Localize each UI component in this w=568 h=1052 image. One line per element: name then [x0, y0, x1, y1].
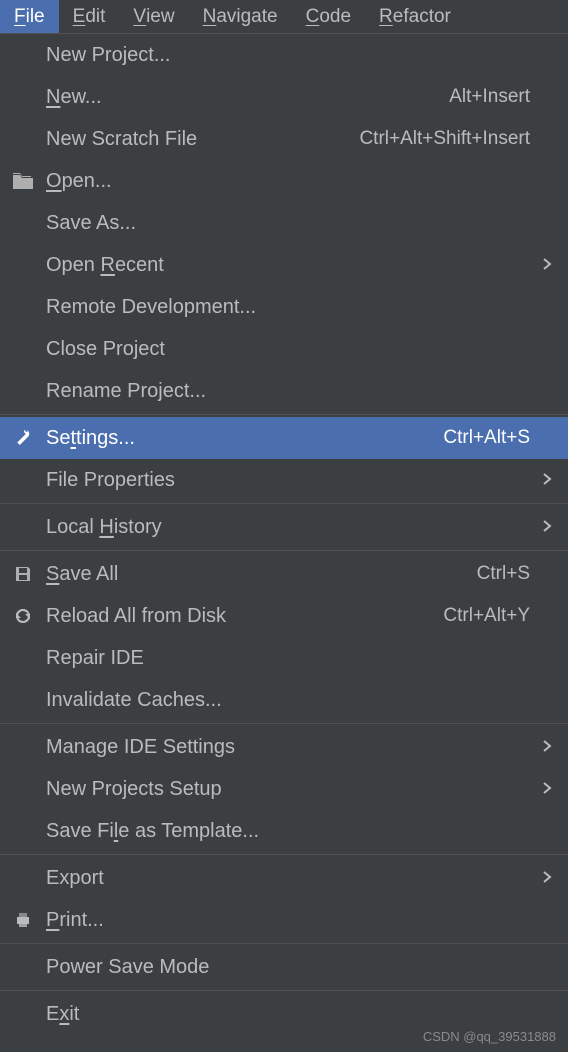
menu-separator: [0, 943, 568, 944]
menu-item-save-as[interactable]: Save As...: [0, 202, 568, 244]
menu-item-label: Print...: [46, 909, 530, 932]
menu-item-shortcut: Alt+Insert: [449, 86, 530, 108]
menu-item-label: Invalidate Caches...: [46, 689, 530, 712]
menu-item-label: Exit: [46, 1003, 530, 1026]
menu-item-print[interactable]: Print...: [0, 899, 568, 941]
menu-item-open-recent[interactable]: Open Recent: [0, 244, 568, 286]
menu-item-label: Repair IDE: [46, 647, 530, 670]
menu-item-new-projects-setup[interactable]: New Projects Setup: [0, 768, 568, 810]
menu-item-label: Save All: [46, 563, 477, 586]
menu-item-shortcut: Ctrl+S: [477, 563, 530, 585]
menu-item-repair-ide[interactable]: Repair IDE: [0, 637, 568, 679]
chevron-right-icon: [530, 469, 552, 492]
menu-separator: [0, 550, 568, 551]
menu-item-label: Open Recent: [46, 254, 530, 277]
menu-item-label: Reload All from Disk: [46, 605, 443, 628]
chevron-right-icon: [530, 778, 552, 801]
menu-item-shortcut: Ctrl+Alt+S: [443, 427, 530, 449]
chevron-right-icon: [530, 516, 552, 539]
menu-item-label: Open...: [46, 170, 530, 193]
menu-item-save-file-as-template[interactable]: Save File as Template...: [0, 810, 568, 852]
menu-separator: [0, 503, 568, 504]
menu-separator: [0, 854, 568, 855]
file-menu-dropdown: New Project...New...Alt+InsertNew Scratc…: [0, 34, 568, 1035]
folder-icon: [0, 173, 46, 189]
menu-item-invalidate-caches[interactable]: Invalidate Caches...: [0, 679, 568, 721]
menu-item-label: Remote Development...: [46, 296, 530, 319]
menu-item-power-save-mode[interactable]: Power Save Mode: [0, 946, 568, 988]
menu-item-open[interactable]: Open...: [0, 160, 568, 202]
reload-icon: [0, 606, 46, 626]
menubar-item-file[interactable]: File: [0, 0, 59, 33]
menu-separator: [0, 723, 568, 724]
menu-item-file-properties[interactable]: File Properties: [0, 459, 568, 501]
menu-item-save-all[interactable]: Save AllCtrl+S: [0, 553, 568, 595]
menu-item-export[interactable]: Export: [0, 857, 568, 899]
watermark: CSDN @qq_39531888: [423, 1029, 556, 1044]
menu-item-label: New Project...: [46, 44, 530, 67]
menu-item-shortcut: Ctrl+Alt+Shift+Insert: [359, 128, 530, 150]
menu-item-new[interactable]: New...Alt+Insert: [0, 76, 568, 118]
menu-item-label: Settings...: [46, 427, 443, 450]
menu-item-close-project[interactable]: Close Project: [0, 328, 568, 370]
menu-item-label: Local History: [46, 516, 530, 539]
menu-item-remote-development[interactable]: Remote Development...: [0, 286, 568, 328]
menu-item-label: Save As...: [46, 212, 530, 235]
menu-separator: [0, 414, 568, 415]
menu-item-label: New...: [46, 86, 449, 109]
menu-item-manage-ide-settings[interactable]: Manage IDE Settings: [0, 726, 568, 768]
menubar-item-edit[interactable]: Edit: [59, 0, 120, 33]
menubar-item-view[interactable]: View: [119, 0, 188, 33]
menu-item-reload-from-disk[interactable]: Reload All from DiskCtrl+Alt+Y: [0, 595, 568, 637]
save-icon: [0, 565, 46, 583]
menu-item-label: Rename Project...: [46, 380, 530, 403]
menubar-item-navigate[interactable]: Navigate: [189, 0, 292, 33]
chevron-right-icon: [530, 254, 552, 277]
menu-item-label: Manage IDE Settings: [46, 736, 530, 759]
chevron-right-icon: [530, 736, 552, 759]
chevron-right-icon: [530, 867, 552, 890]
menu-item-settings[interactable]: Settings...Ctrl+Alt+S: [0, 417, 568, 459]
menu-separator: [0, 990, 568, 991]
menu-item-label: Close Project: [46, 338, 530, 361]
menubar-item-refactor[interactable]: Refactor: [365, 0, 465, 33]
menu-item-label: Export: [46, 867, 530, 890]
menu-item-new-project[interactable]: New Project...: [0, 34, 568, 76]
menu-item-new-scratch-file[interactable]: New Scratch FileCtrl+Alt+Shift+Insert: [0, 118, 568, 160]
menu-item-label: File Properties: [46, 469, 530, 492]
print-icon: [0, 911, 46, 929]
menu-item-rename-project[interactable]: Rename Project...: [0, 370, 568, 412]
menu-item-label: New Scratch File: [46, 128, 359, 151]
menubar: FileEditViewNavigateCodeRefactor: [0, 0, 568, 34]
menu-item-local-history[interactable]: Local History: [0, 506, 568, 548]
menu-item-label: Power Save Mode: [46, 956, 530, 979]
menubar-item-code[interactable]: Code: [292, 0, 365, 33]
menu-item-label: New Projects Setup: [46, 778, 530, 801]
menu-item-shortcut: Ctrl+Alt+Y: [443, 605, 530, 627]
wrench-icon: [0, 428, 46, 448]
menu-item-label: Save File as Template...: [46, 820, 530, 843]
